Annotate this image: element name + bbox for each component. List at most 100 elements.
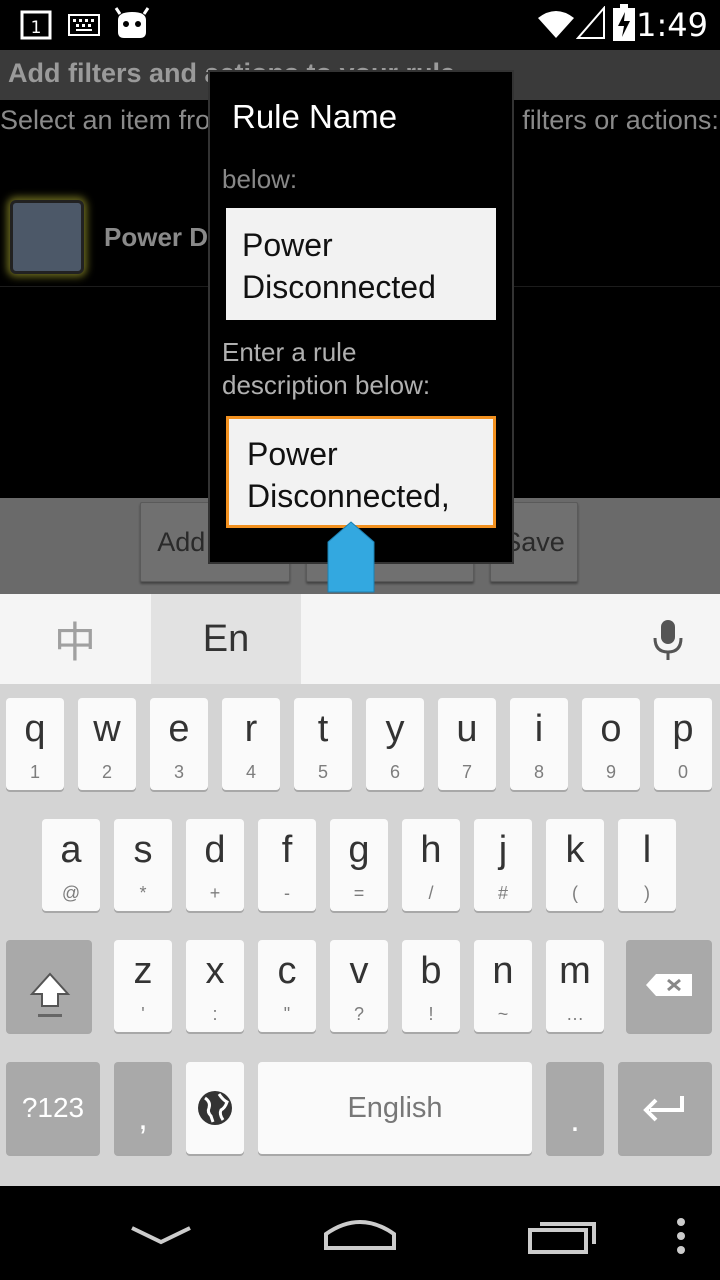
home-icon[interactable] — [322, 1212, 398, 1252]
key-t[interactable]: t5 — [294, 698, 352, 790]
key-label: l — [642, 829, 652, 871]
key-a[interactable]: a @ — [42, 819, 100, 911]
key-secondary-label: 7 — [461, 762, 472, 782]
period-key[interactable]: . — [546, 1062, 604, 1154]
key-y[interactable]: y6 — [366, 698, 424, 790]
shift-key[interactable] — [6, 940, 92, 1032]
key-b[interactable]: b! — [402, 940, 460, 1032]
key-i[interactable]: i8 — [510, 698, 568, 790]
key-secondary-label: * — [139, 883, 147, 903]
menu-overflow-icon[interactable] — [674, 1216, 688, 1256]
key-secondary-label: = — [353, 883, 365, 903]
key-x[interactable]: x: — [186, 940, 244, 1032]
dialog-cut-text: below: — [222, 164, 298, 194]
rule-name-dialog: Rule Name below: Power Disconnected Ente… — [208, 70, 514, 564]
key-o[interactable]: o9 — [582, 698, 640, 790]
comma-key[interactable]: , — [114, 1062, 172, 1154]
key-label: x — [205, 950, 225, 992]
key-h[interactable]: h / — [402, 819, 460, 911]
rule-item-icon[interactable] — [10, 200, 84, 274]
description-label: Enter a rule description below: — [222, 337, 431, 400]
key-secondary-label: / — [428, 883, 434, 903]
key-label: y — [385, 708, 405, 750]
symbols-key-label: ?123 — [21, 1092, 85, 1123]
key-secondary-label: 2 — [101, 762, 112, 782]
key-secondary-label: 4 — [245, 762, 256, 782]
key-label: f — [281, 829, 293, 871]
backspace-icon — [646, 974, 692, 996]
enter-icon — [643, 1096, 684, 1122]
key-f[interactable]: f- — [258, 819, 316, 911]
notification-count: 1 — [31, 18, 42, 38]
key-label: b — [420, 950, 442, 992]
key-c[interactable]: c " — [258, 940, 316, 1032]
language-switch-key[interactable] — [186, 1062, 244, 1154]
key-label: z — [133, 950, 153, 992]
key-label: w — [93, 708, 121, 750]
battery-charging-icon — [613, 4, 635, 41]
key-z[interactable]: z ' — [114, 940, 172, 1032]
key-label: q — [24, 708, 46, 750]
recent-apps-icon[interactable] — [526, 1216, 598, 1256]
key-j[interactable]: j # — [474, 819, 532, 911]
key-label: s — [133, 829, 153, 871]
key-label: e — [168, 708, 190, 750]
symbols-key[interactable]: ?123 — [6, 1062, 100, 1154]
key-label: i — [534, 708, 544, 750]
key-m[interactable]: m… — [546, 940, 604, 1032]
key-l[interactable]: l) — [618, 819, 676, 911]
key-label: c — [277, 950, 297, 992]
key-label: v — [349, 950, 369, 992]
key-secondary-label: 8 — [533, 762, 544, 782]
status-bar: 1 1:49 — [0, 0, 720, 50]
key-n[interactable]: n ~ — [474, 940, 532, 1032]
globe-icon — [198, 1091, 232, 1125]
key-secondary-label: 0 — [677, 762, 688, 782]
key-v[interactable]: v? — [330, 940, 388, 1032]
clock: 1:49 — [636, 6, 708, 44]
key-w[interactable]: w2 — [78, 698, 136, 790]
back-down-icon[interactable] — [130, 1224, 192, 1246]
key-secondary-label: 9 — [605, 762, 616, 782]
text-cursor-handle[interactable] — [326, 520, 376, 594]
key-secondary-label: + — [209, 883, 221, 903]
key-label: m — [559, 950, 591, 992]
chinese-language-button[interactable]: 中 — [0, 594, 150, 684]
key-secondary-label: ! — [428, 1004, 434, 1024]
key-k[interactable]: k( — [546, 819, 604, 911]
key-q[interactable]: q1 — [6, 698, 64, 790]
key-label: h — [420, 829, 442, 871]
key-label: j — [498, 829, 508, 871]
backspace-key[interactable] — [626, 940, 712, 1032]
rule-description-field[interactable]: Power Disconnected, — [226, 416, 496, 528]
rule-name-field[interactable]: Power Disconnected — [226, 208, 496, 320]
key-label: g — [348, 829, 370, 871]
key-secondary-label: 5 — [317, 762, 328, 782]
key-secondary-label: ? — [353, 1004, 364, 1024]
navigation-bar — [0, 1186, 720, 1280]
space-bar[interactable]: English — [258, 1062, 532, 1154]
key-label: a — [60, 829, 82, 871]
notification-icon: 1 — [20, 10, 52, 40]
key-secondary-label: " — [283, 1004, 291, 1024]
key-s[interactable]: s * — [114, 819, 172, 911]
key-label: p — [672, 708, 694, 750]
key-label: o — [600, 708, 622, 750]
key-e[interactable]: e3 — [150, 698, 208, 790]
key-label: k — [565, 829, 585, 871]
key-label: r — [244, 708, 258, 750]
key-secondary-label: ~ — [497, 1004, 509, 1024]
key-d[interactable]: d + — [186, 819, 244, 911]
microphone-icon[interactable] — [648, 618, 688, 662]
key-secondary-label: : — [212, 1004, 218, 1024]
key-secondary-label: - — [284, 883, 290, 903]
key-g[interactable]: g = — [330, 819, 388, 911]
signal-icon — [576, 6, 605, 39]
key-secondary-label: # — [497, 883, 508, 903]
key-p[interactable]: p0 — [654, 698, 712, 790]
key-secondary-label: ) — [644, 883, 650, 903]
key-u[interactable]: u7 — [438, 698, 496, 790]
enter-key[interactable] — [618, 1062, 712, 1154]
key-r[interactable]: r4 — [222, 698, 280, 790]
english-language-button[interactable]: En — [151, 594, 301, 684]
